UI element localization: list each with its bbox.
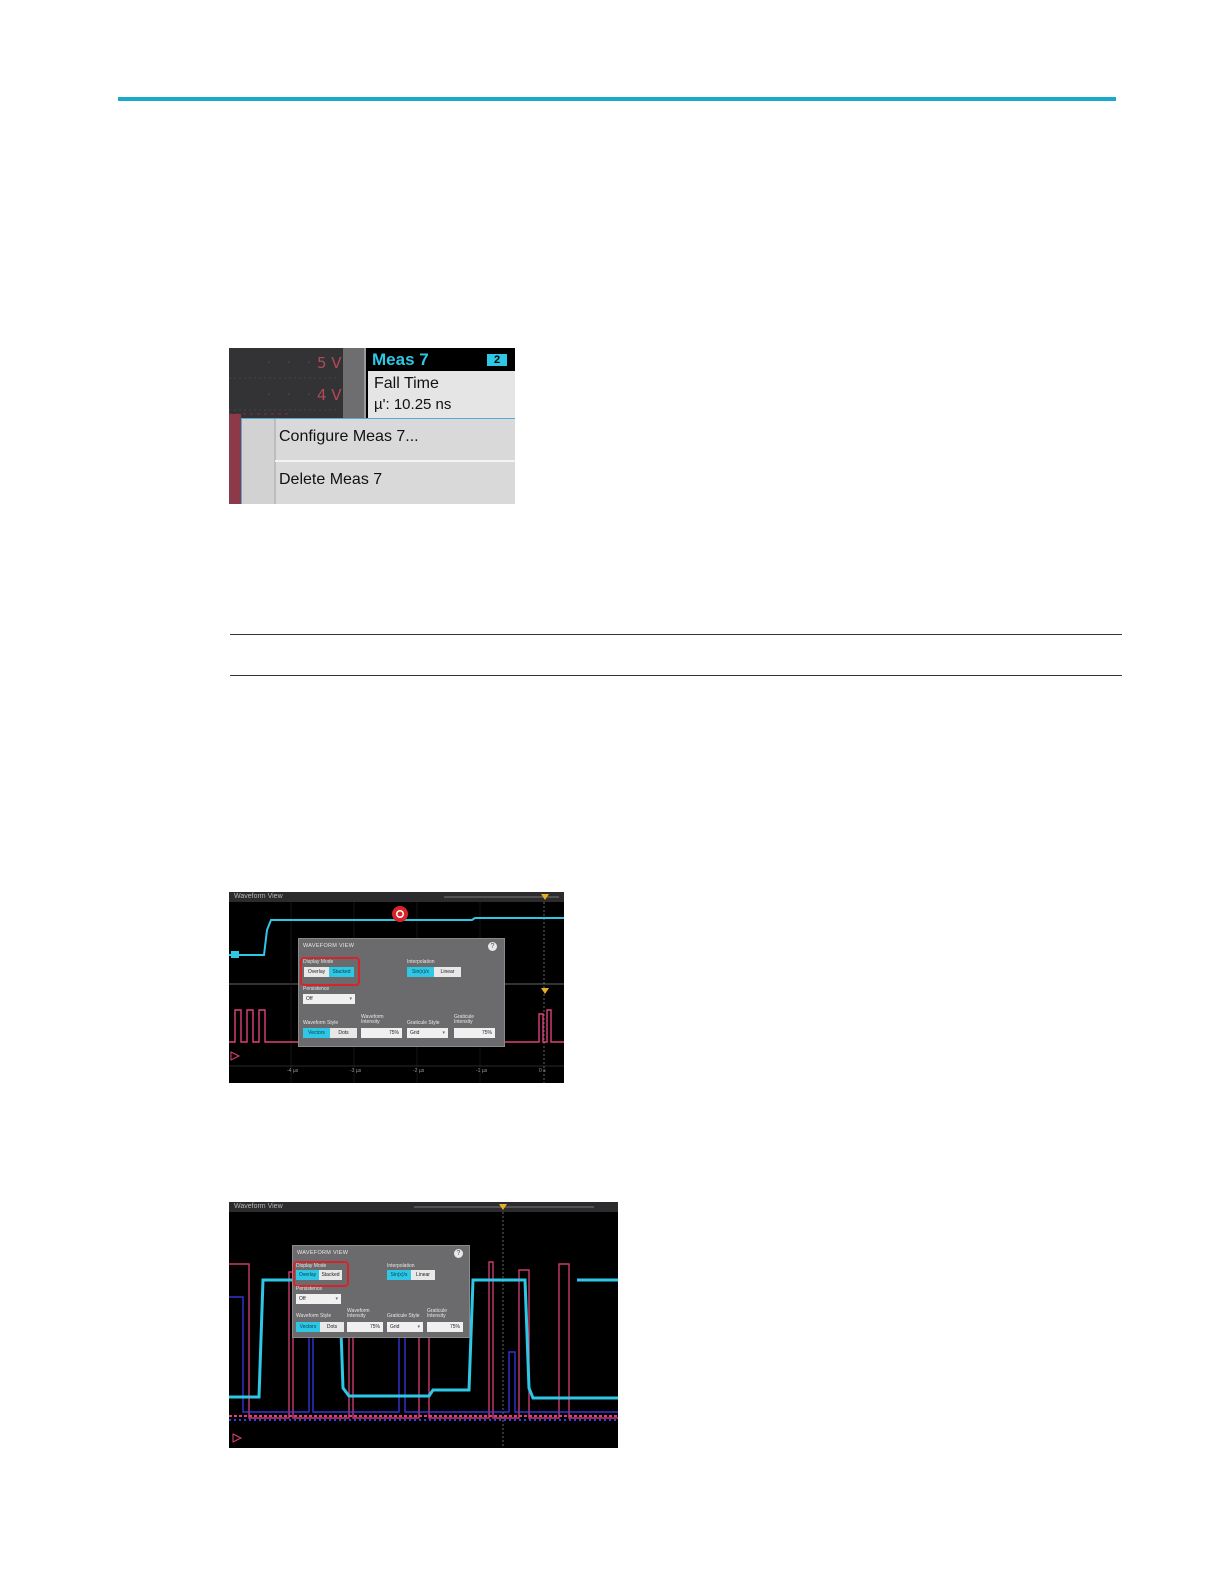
waveform-view-dialog: WAVEFORM VIEW ? Display Mode Overlay Sta…	[292, 1245, 470, 1338]
waveform-intensity-value: 75%	[388, 1030, 399, 1036]
persistence-value: Off	[299, 1296, 306, 1302]
menu-item-delete[interactable]: Delete Meas 7	[279, 471, 382, 489]
menu-item-configure[interactable]: Configure Meas 7...	[279, 428, 419, 446]
waveform-view-overlay-screenshot: Waveform View WAVEFORM VIEW ? Display Mo…	[229, 1202, 618, 1448]
waveform-view-stacked-screenshot: Waveform View -4 µs -3 µs -2 µs -1 µs 0 …	[229, 892, 564, 1083]
persistence-select[interactable]: Off ▾	[303, 994, 355, 1004]
time-label-1: -4 µs	[287, 1068, 299, 1074]
display-mode-overlay-button[interactable]: Overlay	[304, 967, 329, 977]
waveform-intensity-label: Waveform Intensity	[347, 1308, 370, 1319]
meas-badge-context-menu-screenshot: 5 V 4 V Meas 7 2 Fall Time µ': 10.25 ns …	[229, 348, 515, 504]
persistence-label: Persistence	[296, 1286, 323, 1292]
waveform-intensity-field[interactable]: 75%	[361, 1028, 402, 1038]
chevron-down-icon: ▾	[417, 1324, 420, 1330]
chevron-down-icon: ▾	[349, 996, 352, 1002]
menu-gutter	[242, 419, 276, 504]
time-label-3: -2 µs	[413, 1068, 425, 1074]
dialog-title: WAVEFORM VIEW	[303, 943, 355, 949]
graticule-intensity-field[interactable]: 75%	[454, 1028, 495, 1038]
measurement-badge[interactable]: Meas 7 2 Fall Time µ': 10.25 ns	[366, 348, 515, 420]
help-icon[interactable]: ?	[488, 942, 497, 951]
graticule-intensity-label: Graticule Intensity	[427, 1308, 448, 1319]
badge-source-number: 2	[487, 354, 507, 366]
interpolation-linear-button[interactable]: Linear	[411, 1270, 435, 1280]
measurement-name: Fall Time	[374, 375, 439, 392]
graticule-intensity-value: 75%	[481, 1030, 492, 1036]
badge-header: Meas 7 2	[368, 348, 515, 371]
volt-label-5v: 5 V	[317, 354, 342, 372]
display-mode-stacked-button[interactable]: Stacked	[319, 1270, 342, 1280]
time-label-5: 0 s	[539, 1068, 546, 1074]
chevron-down-icon: ▾	[335, 1296, 338, 1302]
graticule-style-select[interactable]: Grid ▾	[407, 1028, 448, 1038]
persistence-value: Off	[306, 996, 313, 1002]
graticule-style-label: Graticule Style	[407, 1020, 440, 1026]
measurement-value: µ': 10.25 ns	[374, 396, 452, 413]
waveform-style-vectors-button[interactable]: Vectors	[296, 1322, 320, 1332]
help-icon[interactable]: ?	[454, 1249, 463, 1258]
interpolation-label: Interpolation	[387, 1263, 415, 1269]
scrollbar-track	[343, 348, 364, 420]
waveform-style-vectors-button[interactable]: Vectors	[303, 1028, 330, 1038]
context-menu: Configure Meas 7... Delete Meas 7	[241, 418, 515, 504]
interpolation-sinx-button[interactable]: Sin(x)/x	[387, 1270, 411, 1280]
persistence-label: Persistence	[303, 986, 330, 992]
waveform-intensity-field[interactable]: 75%	[347, 1322, 383, 1332]
interpolation-sinx-button[interactable]: Sin(x)/x	[407, 967, 434, 977]
graticule-style-select[interactable]: Grid ▾	[387, 1322, 423, 1332]
graticule-intensity-field[interactable]: 75%	[427, 1322, 463, 1332]
chevron-down-icon: ▾	[442, 1030, 445, 1036]
interpolation-label: Interpolation	[407, 959, 435, 965]
menu-separator	[275, 460, 515, 462]
badge-title: Meas 7	[372, 350, 429, 369]
channel-strip	[229, 414, 241, 504]
graticule-intensity-value: 75%	[449, 1324, 460, 1330]
display-mode-stacked-button[interactable]: Stacked	[329, 967, 354, 977]
display-mode-overlay-button[interactable]: Overlay	[296, 1270, 319, 1280]
table-bottom-rule	[230, 675, 1122, 676]
volt-label-4v: 4 V	[317, 386, 342, 404]
waveform-style-label: Waveform Style	[296, 1313, 332, 1319]
graticule-style-label: Graticule Style	[387, 1313, 420, 1319]
waveform-style-dots-button[interactable]: Dots	[330, 1028, 357, 1038]
graticule-intensity-label: Graticule Intensity	[454, 1014, 475, 1025]
graticule-style-value: Grid	[410, 1030, 420, 1036]
graticule-style-value: Grid	[390, 1324, 400, 1330]
header-accent-rule	[118, 97, 1116, 101]
time-label-4: -1 µs	[476, 1068, 488, 1074]
waveform-intensity-label: Waveform Intensity	[361, 1014, 384, 1025]
waveform-style-label: Waveform Style	[303, 1020, 339, 1026]
waveform-view-dialog: WAVEFORM VIEW ? Display Mode Overlay Sta…	[298, 938, 505, 1047]
waveform-intensity-value: 75%	[369, 1324, 380, 1330]
persistence-select[interactable]: Off ▾	[296, 1294, 341, 1304]
dialog-title: WAVEFORM VIEW	[297, 1250, 349, 1256]
time-label-2: -3 µs	[350, 1068, 362, 1074]
waveform-style-dots-button[interactable]: Dots	[320, 1322, 344, 1332]
table-top-rule	[230, 634, 1122, 635]
interpolation-linear-button[interactable]: Linear	[434, 967, 461, 977]
